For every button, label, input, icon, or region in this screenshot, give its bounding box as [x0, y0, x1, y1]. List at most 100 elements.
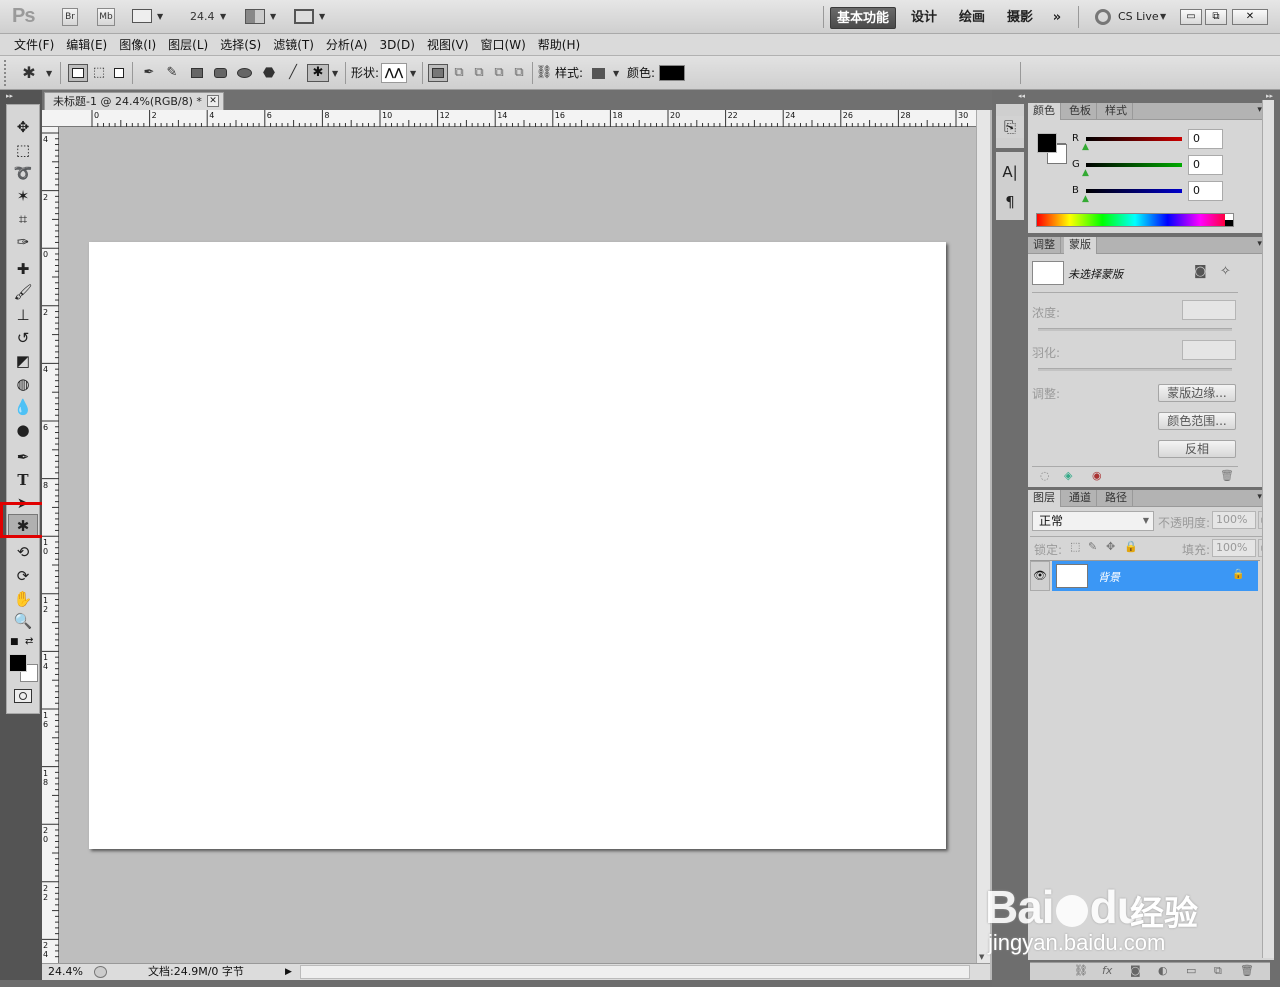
minimize-button[interactable]: ▭: [1180, 9, 1202, 25]
invert-button[interactable]: 反相: [1158, 440, 1236, 458]
close-document-icon[interactable]: ✕: [207, 95, 219, 107]
adjustment-layer-icon[interactable]: ◐: [1158, 964, 1168, 977]
close-window-button[interactable]: ✕: [1232, 9, 1268, 25]
arrange-documents-icon[interactable]: [245, 9, 265, 24]
subtract-shape-icon[interactable]: ⧉: [470, 65, 488, 81]
exclude-shape-icon[interactable]: ⧉: [510, 65, 528, 81]
type-tool-icon[interactable]: T: [8, 469, 38, 491]
lasso-tool-icon[interactable]: ➰: [8, 162, 38, 184]
chevron-down-icon[interactable]: ▼: [332, 69, 338, 78]
new-group-icon[interactable]: ▭: [1186, 964, 1196, 977]
load-selection-icon[interactable]: ◌: [1040, 469, 1050, 482]
history-brush-tool-icon[interactable]: ↺: [8, 327, 38, 349]
new-layer-icon[interactable]: ⧉: [1214, 964, 1222, 978]
tab-channels[interactable]: 通道: [1064, 490, 1097, 507]
pen-tool-icon[interactable]: ✒: [140, 65, 158, 81]
document-canvas[interactable]: [89, 242, 946, 849]
paths-icon[interactable]: ⬚: [90, 65, 108, 81]
lock-pixels-icon[interactable]: ✎: [1088, 540, 1097, 553]
vertical-scrollbar[interactable]: ▼: [976, 110, 990, 963]
color-range-button[interactable]: 颜色范围...: [1158, 412, 1236, 430]
eraser-tool-icon[interactable]: ◩: [8, 350, 38, 372]
ellipse-icon[interactable]: [237, 68, 252, 78]
intersect-shape-icon[interactable]: ⧉: [490, 65, 508, 81]
menu-layer[interactable]: 图层(L): [162, 34, 214, 56]
status-menu-arrow-icon[interactable]: ▶: [285, 964, 292, 980]
bridge-button[interactable]: Br: [62, 8, 78, 26]
rectangle-icon[interactable]: [191, 68, 203, 78]
tab-adjustments[interactable]: 调整: [1028, 237, 1061, 254]
mask-edge-button[interactable]: 蒙版边缘...: [1158, 384, 1236, 402]
slider-thumb-icon[interactable]: ▲: [1082, 142, 1089, 152]
zoom-level[interactable]: 24.4: [190, 10, 215, 23]
pen-tool-icon[interactable]: ✒: [8, 446, 38, 468]
slider-thumb-icon[interactable]: ▲: [1082, 194, 1089, 204]
menu-edit[interactable]: 编辑(E): [60, 34, 113, 56]
tab-color[interactable]: 颜色: [1028, 103, 1061, 120]
custom-shape-icon[interactable]: ✱: [307, 64, 329, 82]
fill-pixels-icon[interactable]: [114, 68, 124, 78]
tab-masks[interactable]: 蒙版: [1064, 237, 1097, 254]
horizontal-scrollbar[interactable]: [300, 965, 970, 979]
view-extras-icon[interactable]: [132, 9, 152, 23]
menu-view[interactable]: 视图(V): [421, 34, 475, 56]
line-icon[interactable]: ╱: [284, 65, 302, 81]
menu-select[interactable]: 选择(S): [214, 34, 267, 56]
quick-mask-icon[interactable]: [14, 689, 32, 703]
opacity-input[interactable]: 100%: [1212, 511, 1256, 529]
chevron-down-icon[interactable]: ▼: [319, 12, 325, 21]
add-mask-icon[interactable]: ◙: [1130, 964, 1141, 977]
layer-name[interactable]: 背景: [1098, 569, 1120, 585]
zoom-readout[interactable]: 24.4%: [48, 964, 83, 980]
blur-tool-icon[interactable]: 💧: [8, 396, 38, 418]
panel-scrollbar[interactable]: [1262, 100, 1274, 958]
density-input[interactable]: [1182, 300, 1236, 320]
channel-b-input[interactable]: 0: [1188, 181, 1223, 201]
menu-file[interactable]: 文件(F): [8, 34, 60, 56]
magic-wand-tool-icon[interactable]: ✶: [8, 185, 38, 207]
shape-layers-icon[interactable]: [68, 64, 88, 82]
cs-live-icon[interactable]: [1095, 9, 1111, 25]
chevron-down-icon[interactable]: ▼: [157, 12, 163, 21]
chevron-down-icon[interactable]: ▼: [220, 12, 226, 21]
paragraph-panel-icon[interactable]: ¶: [996, 191, 1024, 213]
eyedropper-tool-icon[interactable]: ✑: [8, 231, 38, 253]
color-foreground-swatch[interactable]: [1037, 133, 1057, 153]
feather-input[interactable]: [1182, 340, 1236, 360]
default-colors-icon[interactable]: ■: [10, 637, 19, 647]
apply-mask-icon[interactable]: ◈: [1064, 469, 1072, 482]
rounded-rectangle-icon[interactable]: [214, 68, 227, 78]
chevron-down-icon[interactable]: ▼: [410, 69, 416, 78]
healing-brush-tool-icon[interactable]: ✚: [8, 258, 38, 280]
workspace-photography[interactable]: 摄影: [1000, 7, 1040, 29]
chevron-down-icon[interactable]: ▼: [270, 12, 276, 21]
vector-mask-icon[interactable]: ✧: [1220, 264, 1231, 279]
chevron-down-icon[interactable]: ▼: [613, 69, 619, 78]
menu-filter[interactable]: 滤镜(T): [267, 34, 320, 56]
menu-3d[interactable]: 3D(D): [373, 34, 420, 56]
mini-bridge-button[interactable]: Mb: [97, 8, 115, 26]
menu-image[interactable]: 图像(I): [113, 34, 162, 56]
menu-window[interactable]: 窗口(W): [475, 34, 532, 56]
brush-tool-icon[interactable]: 🖌: [8, 281, 38, 303]
blend-mode-select[interactable]: 正常 ▼: [1032, 511, 1154, 531]
cs-live-menu[interactable]: CS Live: [1118, 10, 1159, 23]
disable-mask-icon[interactable]: ◉: [1092, 469, 1102, 482]
channel-g-slider[interactable]: [1086, 163, 1182, 167]
delete-mask-icon[interactable]: 🗑: [1220, 469, 1234, 482]
tool-preset-icon[interactable]: ✱: [20, 65, 38, 81]
shape-picker-icon[interactable]: ⋀⋀: [381, 63, 407, 83]
tab-swatches[interactable]: 色板: [1064, 103, 1097, 120]
lock-transparent-icon[interactable]: ⬚: [1070, 540, 1080, 553]
history-panel-icon[interactable]: ⎘: [996, 116, 1024, 138]
channel-b-slider[interactable]: [1086, 189, 1182, 193]
lock-all-icon[interactable]: 🔒: [1124, 540, 1138, 553]
zoom-tool-icon[interactable]: 🔍: [8, 610, 38, 632]
marquee-tool-icon[interactable]: ⬚: [8, 139, 38, 161]
chevron-down-icon[interactable]: ▼: [46, 69, 52, 78]
workspace-essentials[interactable]: 基本功能: [830, 7, 896, 29]
channel-r-input[interactable]: 0: [1188, 129, 1223, 149]
clone-stamp-tool-icon[interactable]: ⊥: [8, 304, 38, 326]
crop-tool-icon[interactable]: ⌗: [8, 208, 38, 230]
screen-mode-icon[interactable]: [294, 9, 314, 24]
